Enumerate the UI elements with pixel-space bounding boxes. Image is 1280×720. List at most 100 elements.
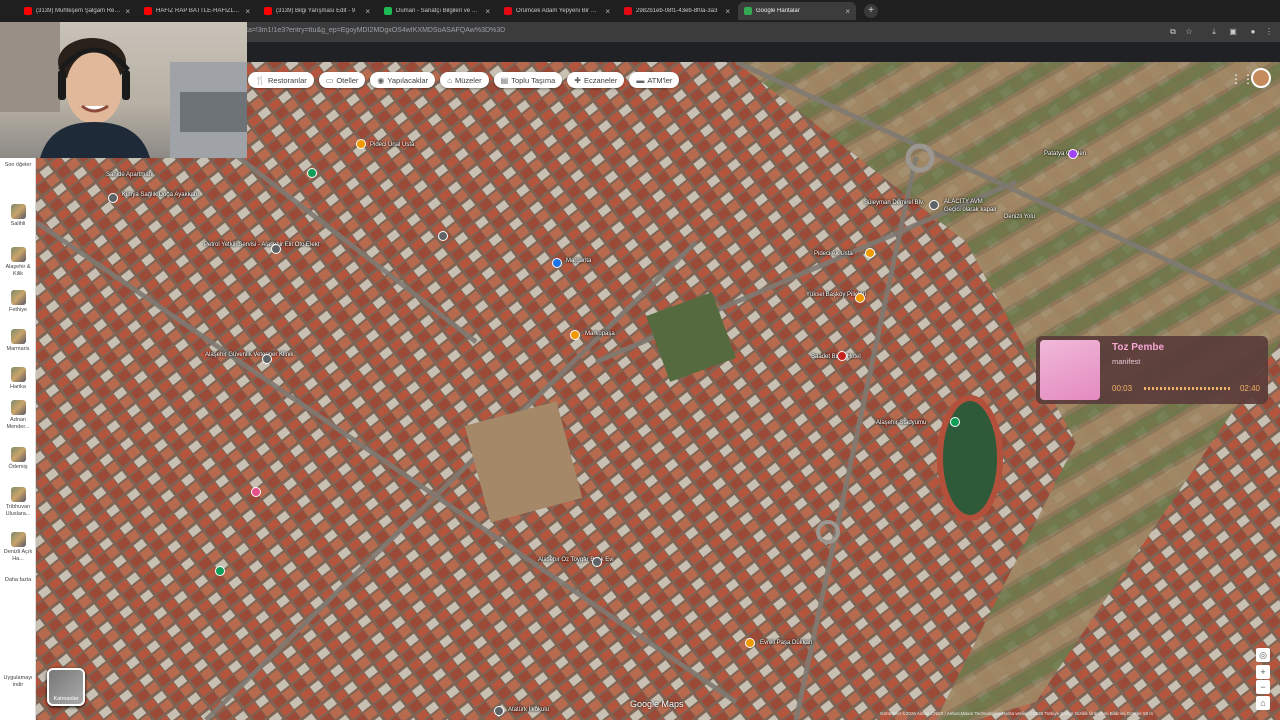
browser-tab[interactable]: (3139) Bilgi Yarışması Edit - 9 × [258,2,376,20]
download-icon[interactable]: ⤓ [1209,27,1219,37]
pegman-icon[interactable]: ⌂ [1256,696,1270,710]
map-place-label[interactable]: Atatürk İlkokulu [508,707,549,713]
bus-icon: ▤ [500,75,509,85]
rail-item[interactable]: Daha fazla [0,577,36,584]
menu-icon[interactable]: ⋮ [1264,27,1274,37]
music-player-widget[interactable]: Toz Pembe manifest 00:03 02:40 [1036,336,1268,404]
rail-item[interactable]: Salihli [0,204,36,228]
map-place-label[interactable]: Pideci Ünal Usta [370,142,414,148]
place-thumbnail [10,290,26,305]
new-tab-button[interactable]: + [864,4,878,18]
profile-icon[interactable]: ● [1248,27,1258,37]
tab-favicon-icon [504,7,512,15]
install-icon[interactable]: ⧉ [1168,27,1178,37]
tab-favicon-icon [624,7,632,15]
tab-title: (3139) Bilgi Yarışması Edit - 9 [276,8,356,14]
chip-label: Restoranlar [267,75,307,85]
browser-tab[interactable]: (3139) Muhteşem Şalgam Reklam × [18,2,136,20]
browser-tab[interactable]: HAFIZ RAP BATTLE-HAFIZLAR × [138,2,256,20]
park-pin-icon[interactable] [307,168,317,178]
map-place-label[interactable]: Geçici olarak kapalı [944,207,996,213]
chip-restoranlar[interactable]: 🍴 Restoranlar [248,72,314,88]
restaurant-pin-icon[interactable] [570,330,580,340]
stadium-pin-icon[interactable] [950,417,960,427]
rail-item[interactable]: Uygulamayı indir [0,675,36,689]
browser-tab[interactable]: Google Haritalar × [738,2,856,20]
rail-item[interactable]: Ödemiş [0,447,36,471]
browser-tab[interactable]: Örümcek Adam Yepyeni Bir Gün × [498,2,616,20]
map-place-label[interactable]: Patatya Garden [1044,151,1086,157]
place-pin-icon[interactable] [108,193,118,203]
restaurant-pin-icon[interactable] [592,557,602,567]
map-place-label[interactable]: Denizli Yolu [1004,214,1035,220]
service-pin-icon[interactable] [271,244,281,254]
rail-item-label: Uygulamayı indir [3,675,33,688]
map-place-label[interactable]: Saadet Bütik Hotel [811,354,861,360]
url-text[interactable]: ta=!3m1!1e3?entry=ttu&g_ep=EgoyMDI2MDgxO… [246,27,505,34]
rail-item[interactable]: Fethiye [0,290,36,314]
hotel-pin-icon[interactable] [837,351,847,361]
rail-item[interactable]: Tribhuvan Uluslara... [0,487,36,518]
zoom-in-button[interactable]: + [1256,665,1270,679]
shop-pin-icon[interactable] [552,258,562,268]
map-place-label[interactable]: Süleyman Demirel Blv. [864,200,924,206]
mall-pin-icon[interactable] [929,200,939,210]
shop-pin-icon[interactable] [251,487,261,497]
my-location-icon[interactable]: ◎ [1256,648,1270,662]
rail-item[interactable]: Alaşehir & Kilik [0,247,36,278]
chip-yap-lacaklar[interactable]: ◉ Yapılacaklar [370,72,436,88]
tab-close-icon[interactable]: × [845,7,850,16]
account-avatar[interactable] [1251,68,1271,88]
browser-tab[interactable]: Duman - Sanatçı Bilgileri ve Eser × [378,2,496,20]
chip-oteller[interactable]: ▭ Oteller [318,72,366,88]
rail-item[interactable]: Son öğeler [0,162,36,169]
garden-pin-icon[interactable] [1068,149,1078,159]
extensions-icon[interactable]: ▣ [1228,27,1238,37]
restaurant-pin-icon[interactable] [855,293,865,303]
restaurant-pin-icon[interactable] [356,139,366,149]
place-thumbnail [10,487,26,502]
tab-close-icon[interactable]: × [605,7,610,16]
rail-item[interactable]: Marmaris [0,329,36,353]
zoom-out-button[interactable]: − [1256,680,1270,694]
place-pin-icon[interactable] [438,231,448,241]
vet-pin-icon[interactable] [262,354,272,364]
progress-bar[interactable] [1144,387,1232,390]
rail-item-label: Son öğeler [4,162,32,168]
tab-close-icon[interactable]: × [365,7,370,16]
map-place-label[interactable]: Alaşehir Güvenlik Veteriner Klinik [205,352,293,358]
map-place-label[interactable]: Petrol Yetkili Servisi - Alaşehir Elit O… [204,242,319,248]
chip-eczaneler[interactable]: ✚ Eczaneler [567,72,625,88]
tab-close-icon[interactable]: × [245,7,250,16]
chip-m-zeler[interactable]: ⌂ Müzeler [440,72,489,88]
restaurant-pin-icon[interactable] [865,248,875,258]
chip-label: Müzeler [454,75,482,85]
layers-button[interactable]: Katmanlar [47,668,85,706]
map-place-label[interactable]: Alaşehir Oz Toygar Balık Evi [538,557,614,563]
map-place-label[interactable]: Alaşehir Stadyumu [876,420,926,426]
chip-toplu-ta-ma[interactable]: ▤ Toplu Taşıma [493,72,563,88]
map-place-label[interactable]: Pideci Ak Usta [814,251,853,257]
place-thumbnail [10,329,26,344]
chip-atm-ler[interactable]: ▬ ATM'ler [629,72,680,88]
map-place-label[interactable]: Markopaşa [585,331,615,337]
tab-close-icon[interactable]: × [485,7,490,16]
google-maps-logo: Google Maps [630,699,684,709]
map-place-label[interactable]: Evreli Paşa Dükkan [760,640,812,646]
map-place-label[interactable]: Sahide Apartmanı [106,172,154,178]
rail-item[interactable]: Harika [0,367,36,391]
rail-item[interactable]: Denizli Açık Ha... [0,532,36,563]
chip-label: Eczaneler [583,75,618,85]
map-place-label[interactable]: ALACITY AVM [944,199,983,205]
bookmark-star-icon[interactable]: ☆ [1184,27,1194,37]
rail-item[interactable]: Adnan Mender... [0,400,36,431]
restaurant-pin-icon[interactable] [745,638,755,648]
time-current: 00:03 [1112,384,1133,393]
park-pin-icon[interactable] [215,566,225,576]
school-pin-icon[interactable] [494,706,504,716]
tab-close-icon[interactable]: × [725,7,730,16]
map-place-label[interactable]: Margarita [566,258,591,264]
tab-close-icon[interactable]: × [125,7,130,16]
map-place-label[interactable]: Kimya Sağlık Doğa Ayakkabı [122,192,199,198]
browser-tab[interactable]: 2982b1eb-08f1-43eb-8f0a-3a3 × [618,2,736,20]
